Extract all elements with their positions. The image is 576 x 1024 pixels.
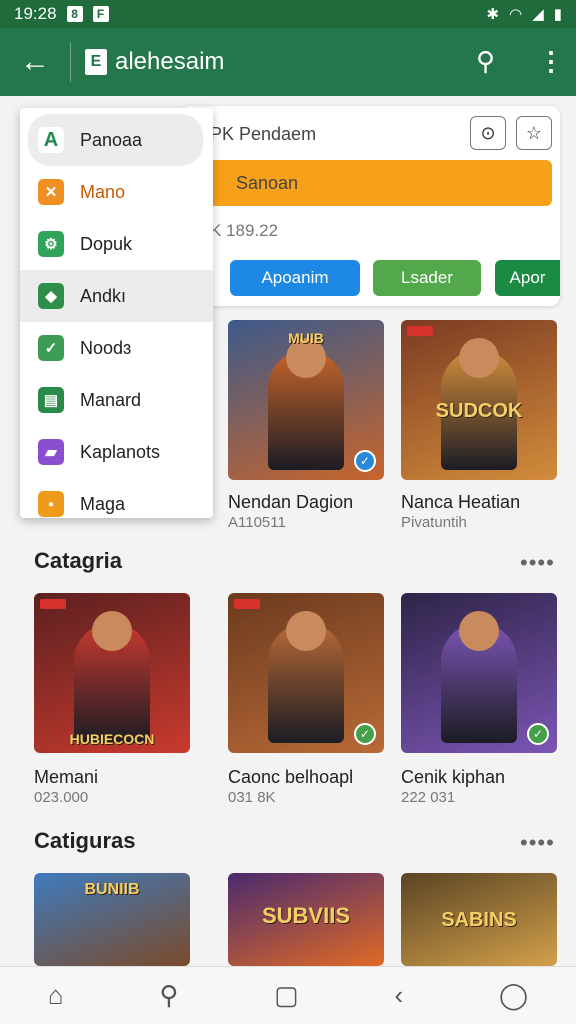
menu-icon: ✕ xyxy=(38,179,64,205)
menu-icon: A xyxy=(38,127,64,153)
app-logo-icon: E xyxy=(85,49,107,75)
menu-item[interactable]: ◆ Andkı xyxy=(20,270,213,322)
card-subline: K 189.22 xyxy=(210,221,279,240)
more-horiz-icon[interactable]: •••• xyxy=(520,830,555,856)
menu-icon: ▰ xyxy=(38,439,64,465)
game-name[interactable]: Cenik kiphan xyxy=(401,767,505,788)
wifi-icon: ◠ xyxy=(509,6,523,23)
pill-button-2[interactable]: Lsader xyxy=(373,260,481,296)
status-right-icons: ✱ ◠ ◢ ▮ xyxy=(487,5,562,23)
menu-item[interactable]: ✓ Noodɜ xyxy=(20,322,213,374)
status-notif-icon: 8 xyxy=(66,6,83,22)
game-art-title: SUBVIIS xyxy=(261,903,351,928)
app-bar: ← E alehesaim ⚲ ⋮ xyxy=(0,28,576,96)
game-art-title: SABINS xyxy=(441,909,517,931)
menu-item[interactable]: ▤ Manard xyxy=(20,374,213,426)
dropdown-menu: A Panoaa ✕ Mano ⚙ Dopuk ◆ Andkı ✓ Noodɜ ▤ Mana… xyxy=(20,108,213,518)
menu-item[interactable]: ▰ Kaplanots xyxy=(20,426,213,478)
divider xyxy=(70,42,71,82)
menu-item[interactable]: ▪ Maga xyxy=(20,478,213,530)
game-thumbnail[interactable]: BUNIIB xyxy=(34,873,190,966)
record-icon[interactable]: ⊙ xyxy=(470,116,506,150)
menu-icon: ⚙ xyxy=(38,231,64,257)
menu-item-label: Kaplanots xyxy=(80,441,161,462)
back-chevron-icon[interactable]: ‹ xyxy=(395,980,404,1011)
status-notif-icon: F xyxy=(92,6,109,22)
card-title: PK Pendaem xyxy=(210,124,317,144)
game-name[interactable]: Caonc belhoapl xyxy=(228,767,353,788)
bluetooth-icon: ✱ xyxy=(486,6,500,23)
verified-badge-icon: ✓ xyxy=(354,723,376,745)
square-icon[interactable]: ▢ xyxy=(274,980,299,1011)
search-icon[interactable]: ⚲ xyxy=(476,46,495,77)
menu-item-label: Maga xyxy=(80,493,126,514)
section-title: Catiguras xyxy=(34,828,136,853)
menu-item-label: Panoaa xyxy=(80,129,143,150)
more-vert-icon[interactable]: ⋮ xyxy=(538,46,564,77)
more-horiz-icon[interactable]: •••• xyxy=(520,550,555,576)
back-arrow-icon[interactable]: ← xyxy=(0,45,70,79)
profile-icon[interactable]: ◯ xyxy=(499,980,528,1011)
signal-icon: ◢ xyxy=(532,6,544,23)
game-thumbnail[interactable]: ✓ xyxy=(228,593,384,753)
menu-icon: ✓ xyxy=(38,335,64,361)
character-head xyxy=(459,338,499,378)
menu-item[interactable]: ✕ Mano xyxy=(20,166,213,218)
menu-item[interactable]: ⚙ Dopuk xyxy=(20,218,213,270)
star-icon[interactable]: ☆ xyxy=(516,116,552,150)
menu-item-label: Manard xyxy=(80,389,142,410)
game-thumbnail[interactable]: ✓ xyxy=(401,593,557,753)
search-icon[interactable]: ⚲ xyxy=(159,980,178,1011)
bottom-nav: ⌂ ⚲ ▢ ‹ ◯ xyxy=(0,966,576,1024)
game-thumbnail[interactable]: SUBVIIS xyxy=(228,873,384,966)
game-art-title: HUBIECOCN xyxy=(69,731,155,747)
game-name[interactable]: Nendan Dagion xyxy=(228,492,353,513)
character-head xyxy=(286,611,326,651)
game-meta: 222 031 xyxy=(401,789,456,806)
menu-icon: ▤ xyxy=(38,387,64,413)
pill-button-1[interactable]: Apoanim xyxy=(230,260,360,296)
status-bar: 19:28 8 F ✱ ◠ ◢ ▮ xyxy=(0,0,576,28)
game-art-title: SUDCOK xyxy=(435,400,523,422)
orange-button[interactable]: Sanoan xyxy=(208,160,552,206)
label-tag xyxy=(234,599,260,609)
app-info-card: PK Pendaem ⊙ ☆ Sanoan K 189.22 Apoanim L… xyxy=(180,106,560,306)
menu-item-label: Noodɜ xyxy=(80,337,132,358)
game-meta: 023.000 xyxy=(34,789,89,806)
game-name[interactable]: Memani xyxy=(34,767,98,788)
character-head xyxy=(459,611,499,651)
game-meta: 031 8K xyxy=(228,789,276,806)
game-art-title: MUIB xyxy=(288,330,324,346)
game-thumbnail[interactable]: SABINS xyxy=(401,873,557,966)
app-title: alehesaim xyxy=(115,48,225,75)
label-tag xyxy=(407,326,433,336)
menu-item[interactable]: A Panoaa xyxy=(28,114,203,166)
verified-badge-icon: ✓ xyxy=(527,723,549,745)
game-art-title: BUNIIB xyxy=(84,881,140,898)
verified-badge-icon: ✓ xyxy=(354,450,376,472)
label-tag xyxy=(40,599,66,609)
game-thumbnail[interactable]: SUDCOK xyxy=(401,320,557,480)
home-icon[interactable]: ⌂ xyxy=(48,980,64,1011)
status-time: 19:28 xyxy=(14,4,57,23)
menu-item-label: Dopuk xyxy=(80,233,133,254)
game-meta: A110511 xyxy=(228,514,286,531)
menu-icon: ◆ xyxy=(38,283,64,309)
battery-icon: ▮ xyxy=(553,6,562,23)
pill-button-3[interactable]: Apor xyxy=(495,260,560,296)
section-title: Catagria xyxy=(34,548,123,573)
menu-icon: ▪ xyxy=(38,491,64,517)
game-meta: Pivatuntih xyxy=(401,514,467,531)
menu-item-label: Mano xyxy=(80,181,126,202)
menu-item-label: Andkı xyxy=(80,285,127,306)
game-thumbnail[interactable]: HUBIECOCN xyxy=(34,593,190,753)
game-name[interactable]: Nanca Heatian xyxy=(401,492,520,513)
game-thumbnail[interactable]: MUIB ✓ xyxy=(228,320,384,480)
character-head xyxy=(92,611,132,651)
